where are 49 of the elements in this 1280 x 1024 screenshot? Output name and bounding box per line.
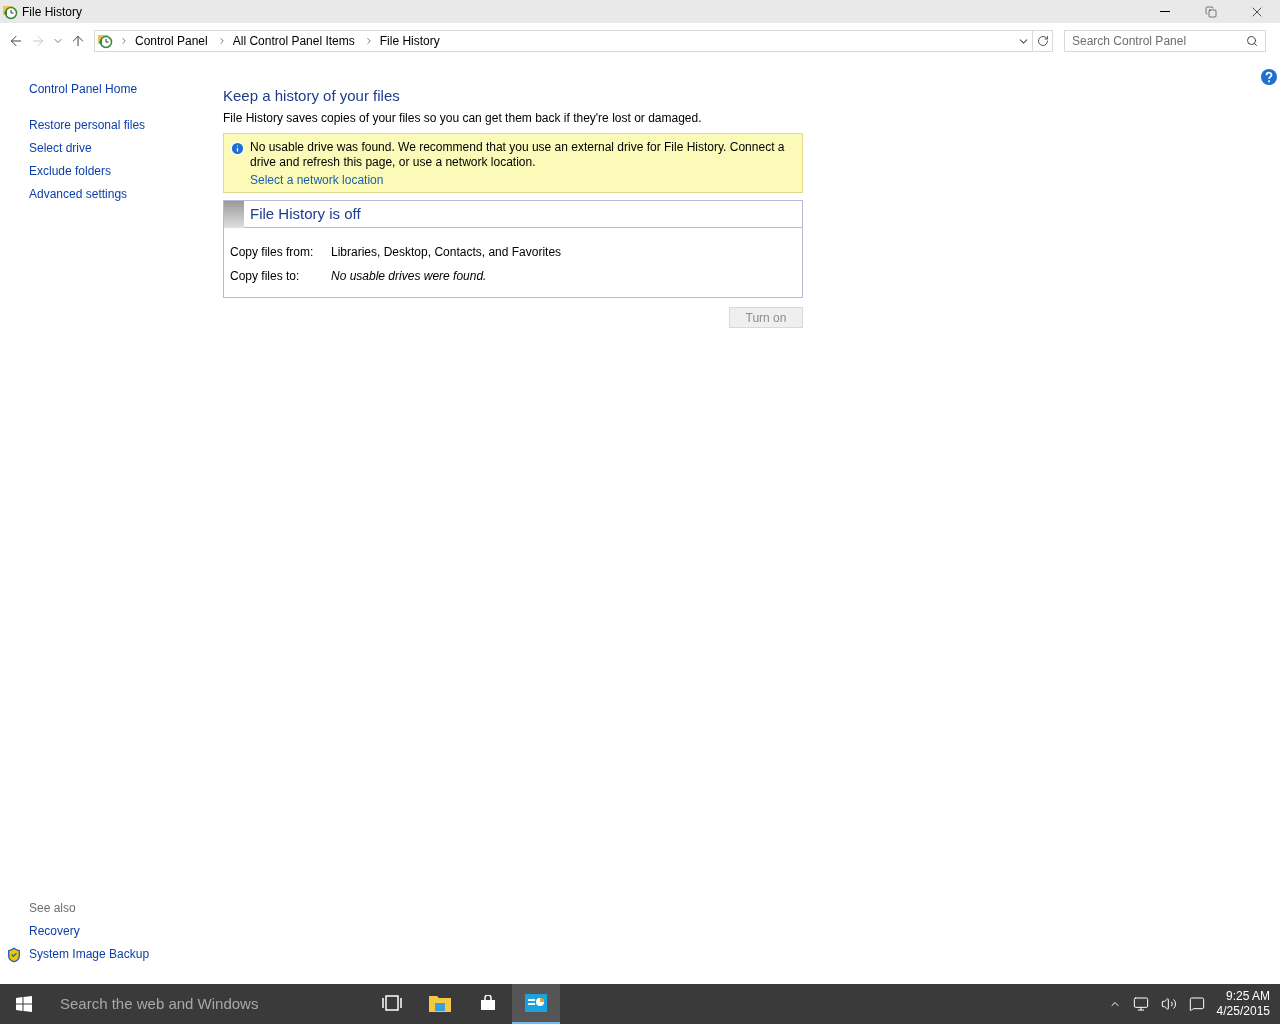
status-title: File History is off bbox=[250, 203, 361, 224]
network-location-link[interactable]: Select a network location bbox=[250, 170, 384, 190]
breadcrumb[interactable]: Control Panel bbox=[135, 32, 208, 50]
sidebar-link[interactable]: Control Panel Home bbox=[29, 78, 138, 101]
taskbar-search-box[interactable]: Search the web and Windows bbox=[48, 984, 368, 1024]
chevron-icon bbox=[119, 36, 129, 46]
search-field[interactable]: Search Control Panel bbox=[1064, 30, 1266, 52]
network-icon bbox=[1132, 996, 1149, 1012]
back-button[interactable] bbox=[8, 33, 24, 49]
see-also-heading: See also bbox=[29, 900, 77, 917]
see-also-link[interactable]: Recovery bbox=[29, 920, 80, 943]
folder-icon bbox=[429, 994, 451, 1012]
page-description: File History saves copies of your files so you can get them back if they're lost or damaged. bbox=[223, 110, 703, 127]
help-icon[interactable] bbox=[1261, 69, 1277, 85]
speaker-icon bbox=[1160, 996, 1177, 1012]
status-indicator bbox=[224, 200, 244, 228]
field-value: No usable drives were found. bbox=[331, 268, 487, 285]
file-history-icon bbox=[97, 33, 113, 49]
minimize-icon bbox=[1160, 11, 1170, 12]
refresh-icon bbox=[1036, 35, 1049, 47]
restore-icon bbox=[1205, 5, 1217, 18]
shield-icon bbox=[6, 946, 22, 963]
up-button[interactable] bbox=[70, 33, 86, 49]
sidebar-link[interactable]: Restore personal files bbox=[29, 114, 146, 137]
windows-logo-icon bbox=[16, 996, 32, 1012]
file-history-icon bbox=[2, 3, 18, 20]
page-heading: Keep a history of your files bbox=[223, 86, 401, 106]
sidebar-link[interactable]: Exclude folders bbox=[29, 160, 112, 183]
field-value: Libraries, Desktop, Contacts, and Favorites bbox=[331, 244, 562, 261]
forward-arrow-icon bbox=[30, 33, 46, 49]
field-label: Copy files from: bbox=[230, 244, 315, 261]
breadcrumb[interactable]: All Control Panel Items bbox=[232, 32, 355, 50]
info-icon bbox=[230, 141, 245, 156]
task-view-icon bbox=[382, 995, 402, 1011]
shopping-bag-icon bbox=[480, 995, 496, 1011]
search-icon bbox=[1246, 35, 1258, 47]
clock-date[interactable]: 4/25/2015 bbox=[1216, 1004, 1270, 1019]
taskbar-app-button[interactable] bbox=[512, 984, 560, 1024]
control-panel-icon bbox=[525, 994, 547, 1012]
notification-icon bbox=[1188, 996, 1205, 1012]
notice-message: No usable drive was found. We recommend that you use an external drive for File History. Connect a drive and refresh this page, or use a network location. bbox=[250, 140, 786, 170]
window-title: File History bbox=[22, 3, 82, 21]
clock-time[interactable]: 9:25 AM bbox=[1225, 989, 1270, 1004]
see-also-link[interactable]: System Image Backup bbox=[29, 943, 150, 966]
field-label: Copy files to: bbox=[230, 268, 301, 285]
sidebar-link[interactable]: Select drive bbox=[29, 137, 92, 160]
sidebar-link[interactable]: Advanced settings bbox=[29, 183, 128, 206]
breadcrumb[interactable]: File History bbox=[379, 32, 440, 50]
address-field[interactable]: Control Panel All Control Panel Items File History bbox=[94, 30, 1053, 52]
